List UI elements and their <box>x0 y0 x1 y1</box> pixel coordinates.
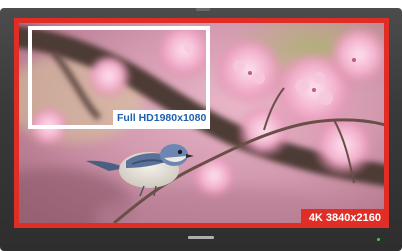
tv-top-sensor <box>196 8 210 11</box>
tv-brand-logo-icon <box>188 236 214 239</box>
comparison-graphic: 4K 3840x2160 Full HD1980x1080 <box>0 0 402 251</box>
full-hd-label: Full HD1980x1080 <box>113 110 211 127</box>
uhd-4k-label: 4K 3840x2160 <box>300 209 389 228</box>
power-led-icon <box>377 238 380 241</box>
